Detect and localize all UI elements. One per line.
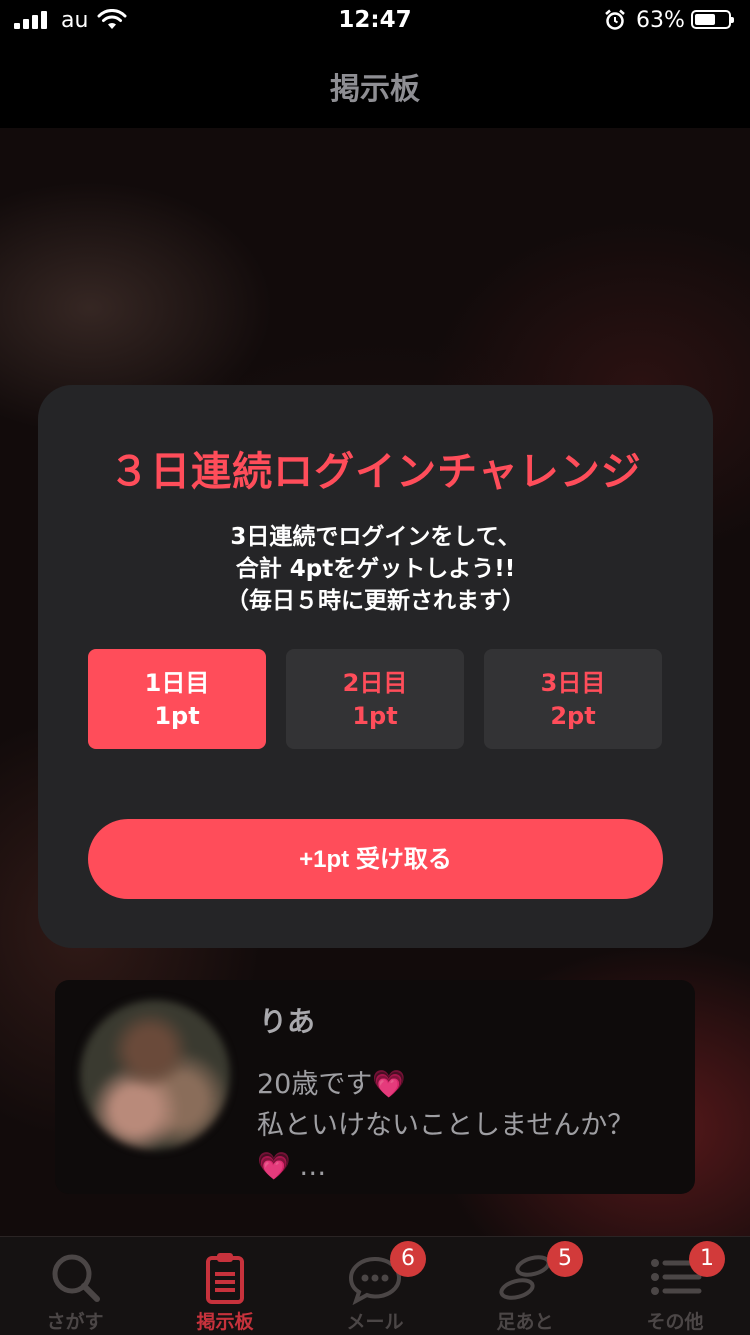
day-label: 3日目 bbox=[540, 669, 606, 697]
post-card[interactable]: りあ 20歳です💗 私といけないことしませんか？ 💗 … bbox=[55, 980, 695, 1194]
footprints-icon bbox=[499, 1255, 551, 1300]
day-label: 2日目 bbox=[342, 669, 408, 697]
day-points: 1pt bbox=[154, 702, 200, 730]
day-1-reward: 1日目 1pt bbox=[88, 649, 266, 749]
heart-icon: 💗 bbox=[257, 1151, 291, 1182]
battery-icon bbox=[691, 10, 734, 29]
post-message: 20歳です💗 私といけないことしませんか？ 💗 … bbox=[257, 1064, 687, 1187]
day-2-reward: 2日目 1pt bbox=[286, 649, 464, 749]
description-line: （毎日５時に更新されます） bbox=[226, 588, 525, 614]
tab-bar: さがす 掲示板 6 メール 5 足あと 1 その他 bbox=[0, 1236, 750, 1335]
day-points: 1pt bbox=[352, 702, 398, 730]
heart-icon: 💗 bbox=[372, 1069, 406, 1100]
message-line: 私といけないことしませんか？ bbox=[257, 1110, 635, 1141]
unread-badge: 1 bbox=[689, 1241, 725, 1277]
modal-title: ３日連続ログインチャレンジ bbox=[109, 449, 642, 495]
description-line: 3日連続でログインをして、 bbox=[230, 524, 521, 550]
tab-label: その他 bbox=[646, 1311, 704, 1333]
unread-badge: 6 bbox=[390, 1241, 426, 1277]
description-line: 合計 4ptをゲットしよう!! bbox=[235, 556, 516, 582]
day-points: 2pt bbox=[550, 702, 596, 730]
search-icon bbox=[52, 1254, 100, 1302]
alarm-icon bbox=[605, 9, 625, 30]
navigation-bar: 掲示板 bbox=[0, 40, 750, 128]
message-line: 20歳です bbox=[257, 1069, 373, 1100]
tab-label: 掲示板 bbox=[196, 1311, 254, 1333]
tab-label: メール bbox=[346, 1311, 404, 1333]
tab-label: 足あと bbox=[496, 1311, 554, 1333]
avatar[interactable] bbox=[80, 1000, 230, 1150]
tab-search[interactable]: さがす bbox=[0, 1237, 150, 1335]
page-title: 掲示板 bbox=[330, 72, 420, 107]
login-challenge-modal: ３日連続ログインチャレンジ 3日連続でログインをして、 合計 4ptをゲットしよ… bbox=[38, 385, 713, 948]
day-rewards: 1日目 1pt 2日目 1pt 3日目 2pt bbox=[88, 649, 663, 749]
tab-label: さがす bbox=[46, 1311, 104, 1333]
message-ellipsis: … bbox=[290, 1151, 327, 1182]
day-3-reward: 3日目 2pt bbox=[484, 649, 662, 749]
tab-other[interactable]: 1 その他 bbox=[600, 1237, 750, 1335]
battery-percent: 63% bbox=[636, 8, 685, 33]
tab-mail[interactable]: 6 メール bbox=[300, 1237, 450, 1335]
day-label: 1日目 bbox=[144, 669, 210, 697]
unread-badge: 5 bbox=[547, 1241, 583, 1277]
status-bar: au 12:47 63% bbox=[0, 0, 750, 40]
tab-board[interactable]: 掲示板 bbox=[150, 1237, 300, 1335]
claim-points-button[interactable]: +1pt 受け取る bbox=[88, 819, 663, 899]
poster-name: りあ bbox=[259, 1005, 316, 1038]
tab-footprints[interactable]: 5 足あと bbox=[450, 1237, 600, 1335]
clipboard-icon bbox=[206, 1253, 244, 1304]
modal-description: 3日連続でログインをして、 合計 4ptをゲットしよう!! （毎日５時に更新され… bbox=[38, 521, 713, 617]
